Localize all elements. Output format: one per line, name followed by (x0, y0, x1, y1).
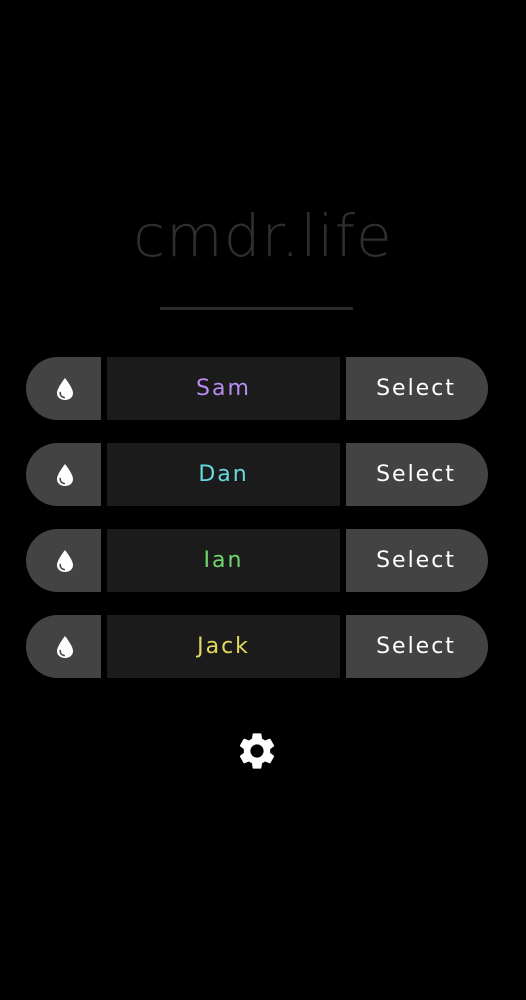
drop-icon (56, 377, 73, 400)
player-row-ian: Ian Select (26, 529, 488, 592)
color-picker-button[interactable] (26, 443, 101, 506)
gear-icon (239, 733, 275, 769)
color-picker-button[interactable] (26, 357, 101, 420)
player-name[interactable]: Ian (107, 529, 340, 592)
select-button[interactable]: Select (346, 357, 488, 420)
select-button[interactable]: Select (346, 443, 488, 506)
player-row-sam: Sam Select (26, 357, 488, 420)
drop-icon (56, 635, 73, 658)
drop-icon (56, 463, 73, 486)
title-divider (160, 307, 353, 310)
settings-button[interactable] (234, 728, 280, 774)
player-name[interactable]: Dan (107, 443, 340, 506)
color-picker-button[interactable] (26, 529, 101, 592)
select-button[interactable]: Select (346, 615, 488, 678)
player-name[interactable]: Sam (107, 357, 340, 420)
select-button[interactable]: Select (346, 529, 488, 592)
player-row-jack: Jack Select (26, 615, 488, 678)
app-title: cmdr.life (133, 202, 393, 270)
color-picker-button[interactable] (26, 615, 101, 678)
player-row-dan: Dan Select (26, 443, 488, 506)
player-name[interactable]: Jack (107, 615, 340, 678)
drop-icon (56, 549, 73, 572)
